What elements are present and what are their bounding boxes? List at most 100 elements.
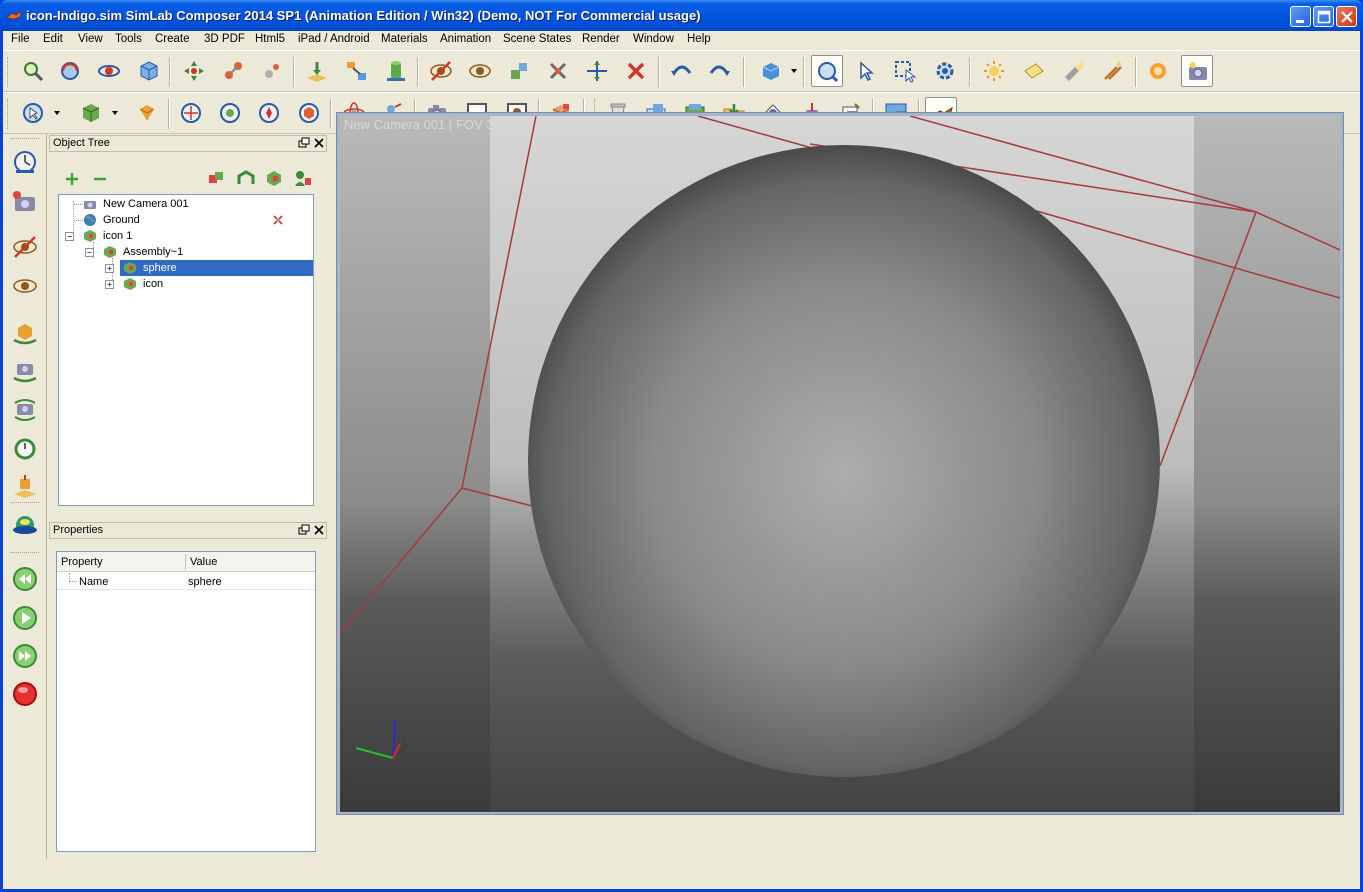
column-header-property[interactable]: Property	[61, 556, 103, 568]
view-cube-button[interactable]	[755, 55, 787, 87]
menu-render[interactable]: Render	[582, 33, 620, 45]
menu-ipad-android[interactable]: iPad / Android	[298, 33, 370, 45]
close-button[interactable]	[1336, 6, 1357, 27]
timer-button[interactable]	[9, 146, 41, 178]
navigate-compass-button[interactable]	[175, 97, 207, 129]
menu-scene-states[interactable]: Scene States	[503, 33, 571, 45]
add-icon[interactable]	[62, 169, 82, 189]
menu-help[interactable]: Help	[687, 33, 711, 45]
menu-tools[interactable]: Tools	[115, 33, 142, 45]
tree-item-icon[interactable]: + icon	[59, 276, 313, 292]
sphere-object[interactable]	[528, 145, 1160, 777]
fly-button[interactable]	[214, 97, 246, 129]
toolbar-grip[interactable]	[7, 99, 9, 129]
ground-light-icon[interactable]	[271, 213, 285, 227]
material-cube-button[interactable]	[75, 97, 107, 129]
expand-icon[interactable]: +	[105, 280, 114, 289]
select-dropdown-arrow-icon[interactable]	[54, 108, 60, 118]
play-button[interactable]	[9, 602, 41, 634]
menu-html5[interactable]: Html5	[255, 33, 285, 45]
assembly-icon[interactable]	[264, 168, 284, 188]
3d-viewport[interactable]: New Camera 001 [ FOV 30.00 ] Z Y	[340, 116, 1340, 812]
rotate-camera-anim-button[interactable]	[9, 355, 41, 387]
show-button[interactable]	[464, 55, 496, 87]
isolate-button[interactable]	[542, 55, 574, 87]
maximize-button[interactable]	[1313, 6, 1334, 27]
float-panel-icon[interactable]	[298, 137, 310, 149]
orbit-camera-anim-button[interactable]	[9, 394, 41, 426]
scene-sphere-button[interactable]	[9, 511, 41, 543]
column-header-value[interactable]: Value	[190, 556, 217, 568]
close-panel-icon[interactable]	[313, 524, 325, 536]
area-light-button[interactable]	[1018, 55, 1050, 87]
walk-button[interactable]	[253, 97, 285, 129]
fast-forward-button[interactable]	[9, 640, 41, 672]
close-panel-icon[interactable]	[313, 137, 325, 149]
part-view-button[interactable]	[293, 97, 325, 129]
explode-button[interactable]	[503, 55, 535, 87]
expand-icon[interactable]: +	[105, 264, 114, 273]
record-button[interactable]	[9, 678, 41, 710]
menu-create[interactable]: Create	[155, 33, 190, 45]
minimize-button[interactable]	[1290, 6, 1311, 27]
menu-3d-pdf[interactable]: 3D PDF	[204, 33, 245, 45]
settings-select-button[interactable]	[929, 55, 961, 87]
undo-button[interactable]	[666, 55, 698, 87]
float-panel-icon[interactable]	[298, 524, 310, 536]
tree-item-icon-1[interactable]: − icon 1	[59, 228, 313, 244]
spot-light-button[interactable]	[1057, 55, 1089, 87]
hide-object-button[interactable]	[9, 231, 41, 263]
scale-axes-button[interactable]	[581, 55, 613, 87]
group-icon[interactable]	[206, 168, 226, 188]
remove-icon[interactable]	[90, 169, 110, 189]
property-value[interactable]: sphere	[188, 576, 222, 588]
zoom-fit-button[interactable]	[17, 55, 49, 87]
cylinder-align-button[interactable]	[380, 55, 412, 87]
menu-window[interactable]: Window	[633, 33, 674, 45]
rotate-scene-button[interactable]	[54, 55, 86, 87]
property-row[interactable]: Name sphere	[57, 573, 315, 590]
animate-camera-button[interactable]	[9, 186, 41, 218]
column-divider[interactable]	[185, 554, 186, 570]
collapse-icon[interactable]: −	[65, 232, 74, 241]
time-clock-button[interactable]	[9, 432, 41, 464]
menu-edit[interactable]: Edit	[43, 33, 63, 45]
wand-button[interactable]	[1097, 55, 1129, 87]
tree-item-ground[interactable]: Ground	[59, 212, 313, 228]
menu-file[interactable]: File	[11, 33, 30, 45]
pick-select-button[interactable]	[851, 55, 883, 87]
user-object-icon[interactable]	[293, 168, 313, 188]
toolbar-grip[interactable]	[7, 57, 9, 87]
move-button[interactable]	[178, 55, 210, 87]
connect-parts-button[interactable]	[341, 55, 373, 87]
select-arrow-button[interactable]	[17, 97, 49, 129]
ungroup-icon[interactable]	[236, 168, 256, 188]
redo-button[interactable]	[703, 55, 735, 87]
place-object-anim-button[interactable]	[9, 470, 41, 502]
toolbar-grip[interactable]	[11, 552, 39, 554]
move-object-anim-button[interactable]	[9, 317, 41, 349]
material-dropdown-arrow-icon[interactable]	[112, 108, 118, 118]
toolbar-grip[interactable]	[11, 502, 39, 504]
place-on-ground-button[interactable]	[301, 55, 333, 87]
tree-item-new-camera[interactable]: New Camera 001	[59, 196, 313, 212]
point-snap-button[interactable]	[217, 55, 249, 87]
collapse-icon[interactable]: −	[85, 248, 94, 257]
orbit-button[interactable]	[93, 55, 125, 87]
cube-transform-button[interactable]	[133, 55, 165, 87]
paint-bucket-button[interactable]	[131, 97, 163, 129]
zoom-select-button[interactable]	[811, 55, 843, 87]
view-dropdown-arrow-icon[interactable]	[791, 66, 797, 76]
sun-light-button[interactable]	[978, 55, 1010, 87]
tree-item-sphere[interactable]: + sphere	[59, 260, 313, 276]
hide-button[interactable]	[425, 55, 457, 87]
toolbar-grip[interactable]	[11, 138, 39, 140]
tree-item-assembly-1[interactable]: − Assembly~1	[59, 244, 313, 260]
render-camera-button[interactable]	[1181, 55, 1213, 87]
delete-button[interactable]	[620, 55, 652, 87]
menu-view[interactable]: View	[78, 33, 103, 45]
title-bar[interactable]: icon-Indigo.sim SimLab Composer 2014 SP1…	[0, 0, 1363, 31]
box-select-button[interactable]	[889, 55, 921, 87]
rewind-button[interactable]	[9, 563, 41, 595]
snap-vertex-button[interactable]	[256, 55, 288, 87]
